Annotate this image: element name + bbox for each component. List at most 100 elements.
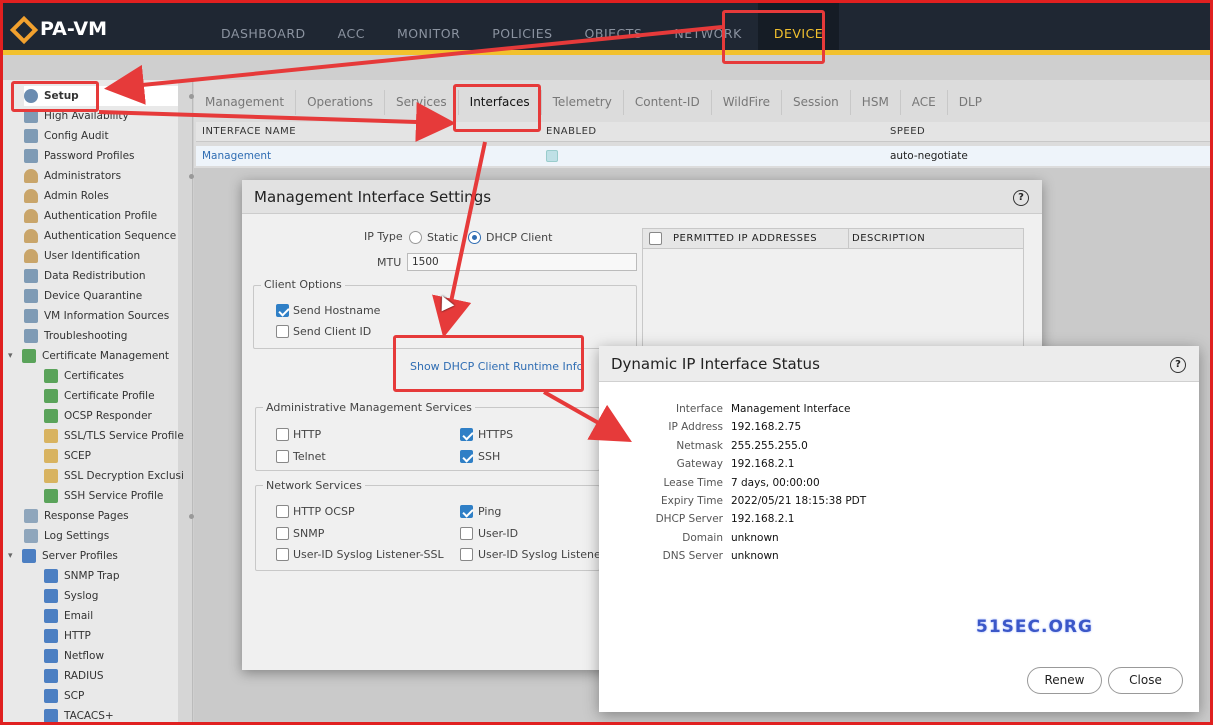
https-checkbox[interactable] (460, 428, 473, 441)
sidebar-item-data-redistribution[interactable]: Data Redistribution (24, 266, 178, 286)
col-enabled[interactable]: ENABLED (546, 126, 597, 137)
certificate-icon (44, 489, 58, 503)
userid-syslog-ssl-checkbox[interactable] (276, 548, 289, 561)
userid-syslog-checkbox[interactable] (460, 548, 473, 561)
sidebar-item-config-audit[interactable]: Config Audit (24, 126, 178, 146)
http-ocsp-checkbox[interactable] (276, 505, 289, 518)
subtab-services[interactable]: Services (385, 90, 459, 115)
sidebar-item-http[interactable]: HTTP (44, 626, 178, 646)
lock-icon (44, 469, 58, 483)
sidebar-item-ocsp-responder[interactable]: OCSP Responder (44, 406, 178, 426)
sidebar-item-label: Authentication Profile (44, 210, 158, 222)
status-field-value: 192.168.2.1 (731, 458, 795, 471)
subtab-telemetry[interactable]: Telemetry (542, 90, 624, 115)
help-icon[interactable]: ? (1170, 357, 1186, 373)
highlight-setup (11, 81, 99, 112)
sidebar-item-ssl-tls-service-profile[interactable]: SSL/TLS Service Profile (44, 426, 184, 446)
sidebar-item-vm-information-sources[interactable]: VM Information Sources (24, 306, 178, 326)
interface-name-link[interactable]: Management (202, 150, 271, 162)
table-row[interactable]: Management auto-negotiate (196, 146, 1210, 166)
sidebar-item-scep[interactable]: SCEP (44, 446, 178, 466)
sidebar-item-user-identification[interactable]: User Identification (24, 246, 178, 266)
sidebar-item-email[interactable]: Email (44, 606, 178, 626)
sidebar-item-log-settings[interactable]: Log Settings (24, 526, 178, 546)
renew-button[interactable]: Renew (1027, 667, 1102, 694)
ping-checkbox[interactable] (460, 505, 473, 518)
sidebar-item-server-profiles[interactable]: ▾ Server Profiles (8, 546, 178, 566)
subtab-wildfire[interactable]: WildFire (712, 90, 782, 115)
chevron-down-icon[interactable]: ▾ (8, 551, 18, 561)
help-icon[interactable]: ? (1013, 190, 1029, 206)
status-field-label: DNS Server (662, 550, 723, 563)
sidebar-item-certificate-profile[interactable]: Certificate Profile (44, 386, 178, 406)
sidebar-item-label: Administrators (44, 170, 122, 182)
page-icon (24, 509, 38, 523)
sidebar-item-radius[interactable]: RADIUS (44, 666, 178, 686)
sidebar-item-authentication-sequence[interactable]: Authentication Sequence (24, 226, 178, 246)
server-icon (44, 649, 58, 663)
col-permitted-ip[interactable]: PERMITTED IP ADDRESSES (673, 233, 817, 244)
sidebar-item-certificates[interactable]: Certificates (44, 366, 178, 386)
nav-tab-acc[interactable]: ACC (322, 0, 381, 52)
telnet-checkbox[interactable] (276, 450, 289, 463)
ssh-checkbox[interactable] (460, 450, 473, 463)
close-button[interactable]: Close (1108, 667, 1183, 694)
quarantine-icon (24, 289, 38, 303)
dialog-title: Management Interface Settings (242, 180, 1042, 214)
sidebar-item-ssl-decryption-exclusi[interactable]: SSL Decryption Exclusi (44, 466, 184, 486)
sidebar-item-label: SSH Service Profile (64, 490, 164, 502)
subtab-dlp[interactable]: DLP (948, 90, 993, 115)
col-speed[interactable]: SPEED (890, 126, 925, 137)
log-icon (24, 529, 38, 543)
select-all-checkbox[interactable] (649, 232, 662, 245)
http-checkbox[interactable] (276, 428, 289, 441)
userid-syslog-label: User-ID Syslog Listener- (478, 548, 609, 561)
sidebar-item-label: SCEP (64, 450, 91, 462)
chevron-down-icon[interactable]: ▾ (8, 351, 18, 361)
subtab-operations[interactable]: Operations (296, 90, 386, 115)
user-id-label: User-ID (478, 527, 519, 540)
sidebar-item-troubleshooting[interactable]: Troubleshooting (24, 326, 178, 346)
send-client-id-label: Send Client ID (293, 325, 372, 338)
subtab-content-id[interactable]: Content-ID (624, 90, 712, 115)
ip-type-static-radio[interactable] (409, 231, 422, 244)
sidebar-item-netflow[interactable]: Netflow (44, 646, 178, 666)
sidebar-item-password-profiles[interactable]: Password Profiles (24, 146, 178, 166)
sidebar-item-administrators[interactable]: Administrators (24, 166, 194, 186)
subtab-ace[interactable]: ACE (901, 90, 948, 115)
http-label: HTTP (293, 428, 322, 441)
ip-type-static-label: Static (427, 231, 459, 244)
status-field-value: Management Interface (731, 403, 851, 415)
sidebar-item-snmp-trap[interactable]: SNMP Trap (44, 566, 178, 586)
certificate-icon (22, 349, 36, 363)
subtab-session[interactable]: Session (782, 90, 851, 115)
ip-type-dhcp-radio[interactable] (468, 231, 481, 244)
col-interface-name[interactable]: INTERFACE NAME (202, 126, 296, 137)
send-hostname-checkbox[interactable] (276, 304, 289, 317)
sidebar-item-ssh-service-profile[interactable]: SSH Service Profile (44, 486, 178, 506)
sidebar-item-response-pages[interactable]: Response Pages (24, 506, 194, 526)
server-icon (44, 709, 58, 723)
sidebar-item-scp[interactable]: SCP (44, 686, 178, 706)
send-client-id-checkbox[interactable] (276, 325, 289, 338)
sidebar-item-label: Syslog (64, 590, 99, 602)
snmp-checkbox[interactable] (276, 527, 289, 540)
col-description[interactable]: DESCRIPTION (852, 233, 925, 244)
sidebar-item-syslog[interactable]: Syslog (44, 586, 178, 606)
user-id-checkbox[interactable] (460, 527, 473, 540)
sidebar-item-admin-roles[interactable]: Admin Roles (24, 186, 178, 206)
lock-icon (44, 429, 58, 443)
nav-tab-objects[interactable]: OBJECTS (569, 0, 659, 52)
paloalto-logo-icon (12, 18, 34, 40)
subtab-management[interactable]: Management (194, 90, 297, 115)
sidebar-item-device-quarantine[interactable]: Device Quarantine (24, 286, 178, 306)
nav-tab-dashboard[interactable]: DASHBOARD (205, 0, 322, 52)
sidebar-item-label: Certificates (64, 370, 125, 382)
mtu-field[interactable]: 1500 (407, 253, 637, 271)
nav-tab-monitor[interactable]: MONITOR (381, 0, 476, 52)
sidebar-item-authentication-profile[interactable]: Authentication Profile (24, 206, 178, 226)
nav-tab-policies[interactable]: POLICIES (476, 0, 568, 52)
sidebar-item-certificate-management[interactable]: ▾ Certificate Management (8, 346, 178, 366)
subtab-hsm[interactable]: HSM (851, 90, 901, 115)
sidebar-item-tacacs[interactable]: TACACS+ (44, 706, 178, 725)
